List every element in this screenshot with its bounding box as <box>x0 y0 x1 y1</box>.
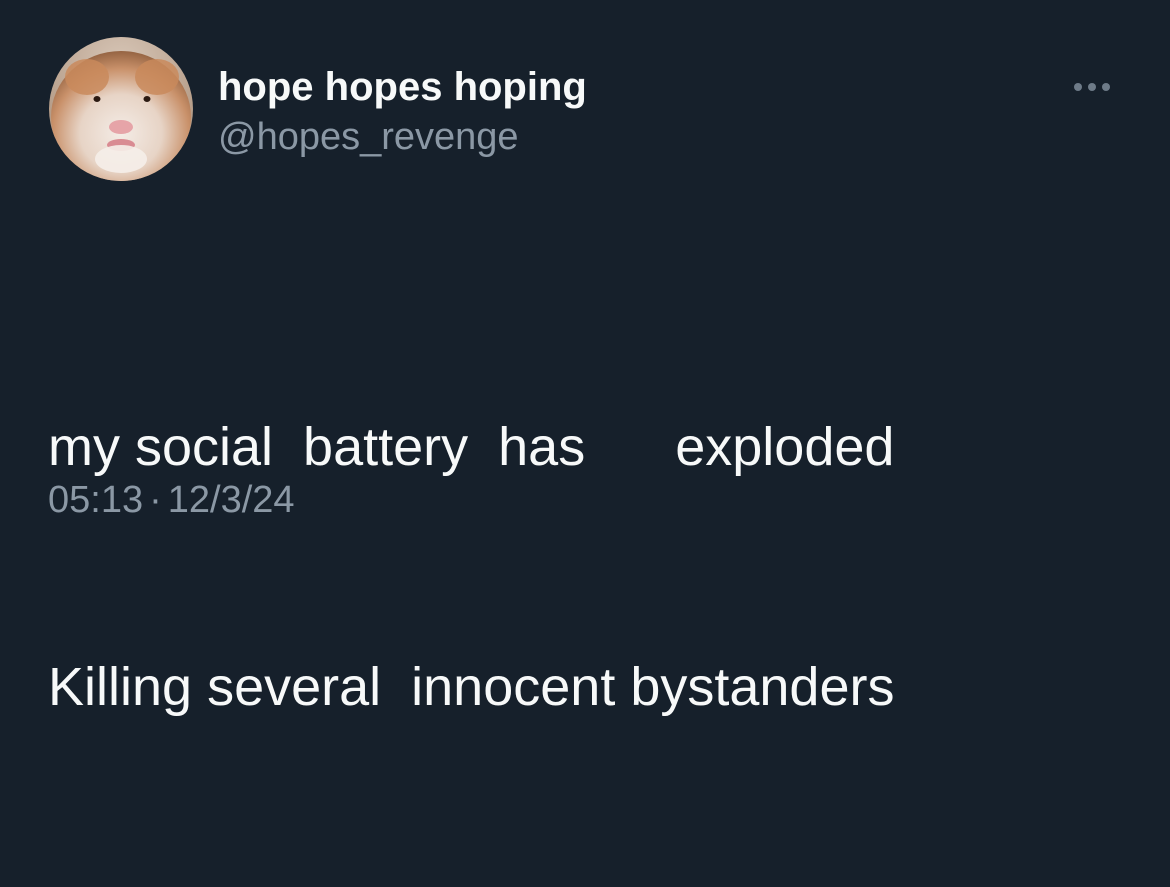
display-name[interactable]: hope hopes hoping <box>218 64 587 110</box>
tweet-time[interactable]: 05:13 <box>48 479 143 521</box>
tweet-text-line: Killing several innocent bystanders <box>48 657 895 717</box>
more-horizontal-icon <box>1074 83 1110 91</box>
meta-separator: · <box>149 479 162 521</box>
tweet-card: hope hopes hoping @hopes_revenge my soci… <box>0 0 1170 717</box>
user-handle[interactable]: @hopes_revenge <box>218 114 519 160</box>
hamster-avatar-image <box>49 37 193 181</box>
tweet-date[interactable]: 12/3/24 <box>168 479 295 521</box>
tweet-text: my social battery has exploded Killing s… <box>48 247 1128 887</box>
avatar[interactable] <box>49 37 193 181</box>
tweet-meta: 05:13 · 12/3/24 <box>48 475 295 525</box>
more-options-button[interactable] <box>1066 70 1120 104</box>
